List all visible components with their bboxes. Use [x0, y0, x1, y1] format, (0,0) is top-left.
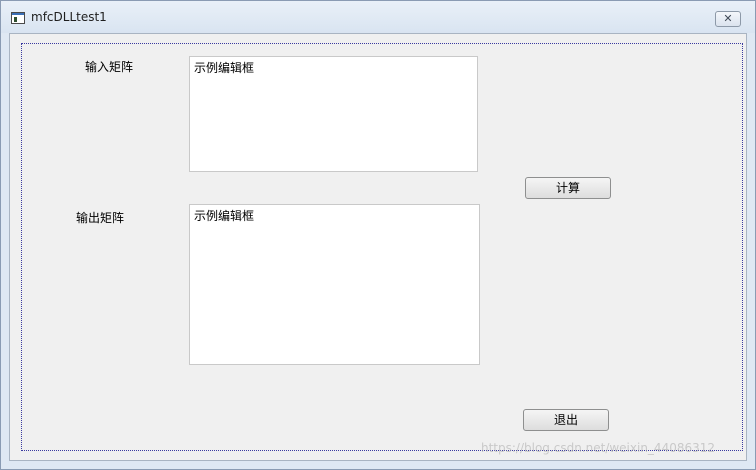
app-window: mfcDLLtest1 ✕ 输入矩阵 示例编辑框 计算 输出矩阵 示例编辑框 退… — [0, 0, 756, 470]
output-matrix-field[interactable]: 示例编辑框 — [189, 204, 480, 365]
dialog-client-area: 输入矩阵 示例编辑框 计算 输出矩阵 示例编辑框 退出 — [9, 33, 747, 461]
close-button[interactable]: ✕ — [715, 11, 741, 27]
exit-button[interactable]: 退出 — [523, 409, 609, 431]
input-matrix-label: 输入矩阵 — [85, 60, 134, 74]
input-matrix-field[interactable]: 示例编辑框 — [189, 56, 478, 172]
output-matrix-label: 输出矩阵 — [76, 211, 125, 225]
app-icon — [11, 12, 25, 24]
window-title: mfcDLLtest1 — [31, 10, 107, 24]
compute-button[interactable]: 计算 — [525, 177, 611, 199]
watermark-text: https://blog.csdn.net/weixin_44086312 — [481, 441, 716, 455]
title-bar[interactable]: mfcDLLtest1 ✕ — [1, 1, 755, 33]
